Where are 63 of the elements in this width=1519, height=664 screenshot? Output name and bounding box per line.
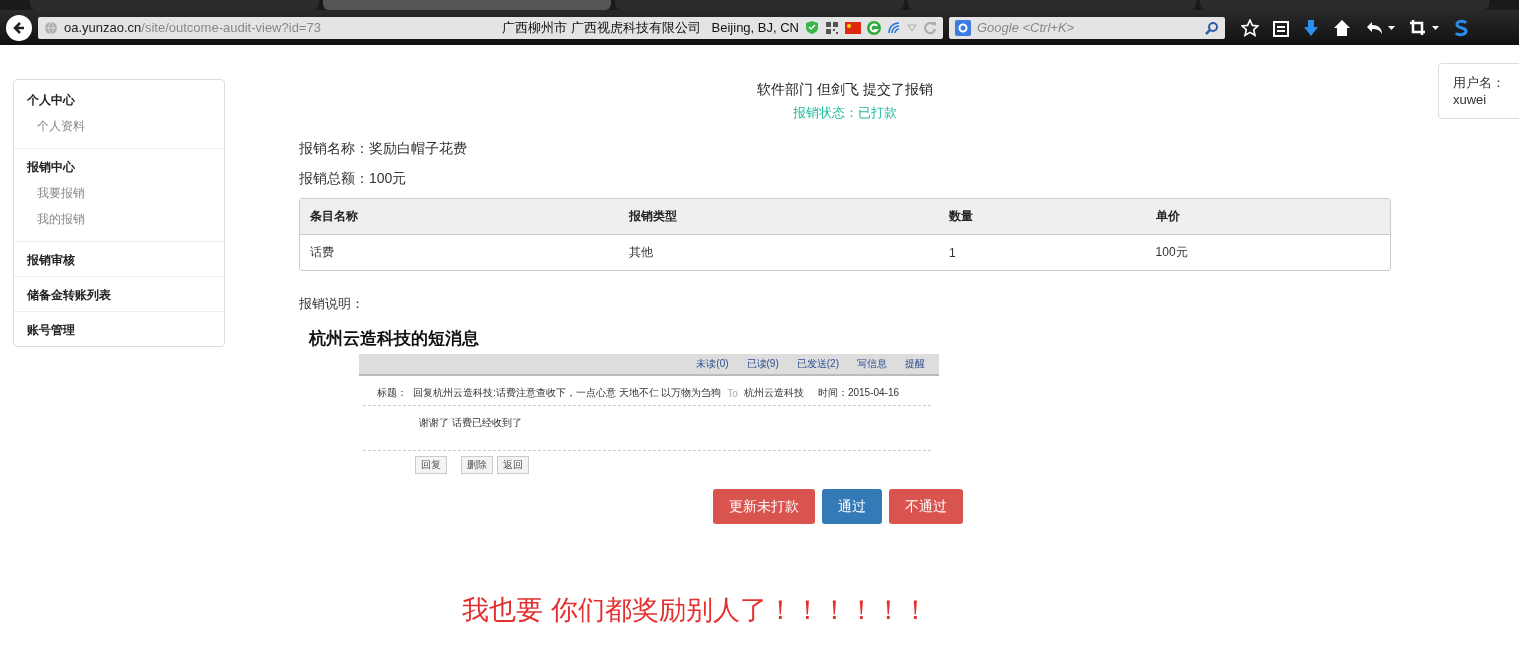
sidebar-item[interactable]: 我的报销 [37,211,211,227]
crop-icon[interactable] [1409,18,1439,37]
wave-icon[interactable] [887,20,901,35]
s-icon[interactable] [1453,18,1469,37]
action-button[interactable]: 更新未打款 [713,489,815,524]
status-text: 报销状态：已打款 [792,104,898,122]
action-button[interactable]: 通过 [822,489,882,524]
sidebar-item[interactable]: 我要报销 [37,185,211,201]
sidebar-heading[interactable]: 报销中心 [27,159,211,175]
back-arrow-icon [11,19,27,36]
message-button[interactable]: 返回 [497,456,529,474]
to-label: To [727,387,738,399]
table-cell-text: 话费 [309,244,335,261]
subject-label: 标题： [377,386,407,400]
flag-icon [845,21,861,34]
sidebar-heading[interactable]: 账号管理 [27,322,211,338]
qr-code-icon[interactable] [825,20,839,35]
home-icon[interactable] [1333,18,1351,37]
g-circle-icon[interactable] [867,20,881,35]
column-header: 单价 [1145,199,1390,235]
address-bar[interactable]: oa.yunzao.cn/site/outcome-audit-view?id=73 广西柳州市 广西视虎科技有限公司 Beijing, BJ, CN [38,16,943,39]
message-title: 杭州云造科技的短消息 [309,328,480,350]
url-text: oa.yunzao.cn/site/outcome-audit-view?id=73 [64,20,321,35]
message-tab[interactable]: 已读(9) [746,357,779,371]
back-button[interactable] [6,14,32,41]
annotation-text: 我也要 你们都奖励别人了！！！！！！ [462,594,930,627]
sidebar-heading[interactable]: 报销审核 [27,252,211,268]
message-button[interactable]: 删除 [461,456,493,474]
message-body: 谢谢了 话费已经收到了 [419,417,522,428]
message-tab[interactable]: 未读(0) [696,357,729,371]
download-icon[interactable] [1303,18,1319,37]
column-header: 条目名称 [300,199,620,235]
search-icon[interactable] [1205,20,1219,35]
search-input[interactable]: Google <Ctrl+K> [977,20,1199,35]
description-label: 报销说明： [299,295,365,313]
shield-icon [805,20,819,35]
field-text: 报销名称：奖励白帽子花费 [299,139,468,158]
message-tab[interactable]: 已发送(2) [796,357,839,371]
table-cell-text: 1 [947,244,957,262]
subject-text: 回复杭州云造科技:话费注意查收下，一点心意 天地不仁 以万物为刍狗 [413,386,722,400]
column-header: 报销类型 [619,199,939,235]
recipient-text: 杭州云造科技 [743,386,804,400]
time-text: 时间：2015-04-16 [817,386,900,400]
user-label: 用户名： [1453,74,1506,91]
column-header: 数量 [938,199,1146,235]
search-engine-icon[interactable] [955,19,971,36]
user-name: xuwei [1453,91,1488,108]
sidebar-item[interactable]: 个人资料 [37,118,211,134]
message-button[interactable]: 回复 [415,456,447,474]
table-cell-text: 100元 [1154,244,1189,261]
table-cell-text: 其他 [628,244,655,261]
star-icon[interactable] [1241,18,1259,37]
message-tab[interactable]: 写信息 [857,357,887,371]
sidebar-heading[interactable]: 储备金转账列表 [27,287,211,303]
message-tab[interactable]: 提醒 [905,357,925,371]
clipboard-icon[interactable] [1273,18,1289,37]
location-text: 广西柳州市 广西视虎科技有限公司 Beijing, BJ, CN [502,18,799,37]
field-text: 报销总额：100元 [299,169,408,188]
globe-icon [44,20,58,35]
sidebar-heading[interactable]: 个人中心 [27,92,211,108]
page-title: 软件部门 但剑飞 提交了报销 [756,81,934,99]
action-button[interactable]: 不通过 [889,489,963,524]
search-field[interactable]: Google <Ctrl+K> [949,16,1225,39]
